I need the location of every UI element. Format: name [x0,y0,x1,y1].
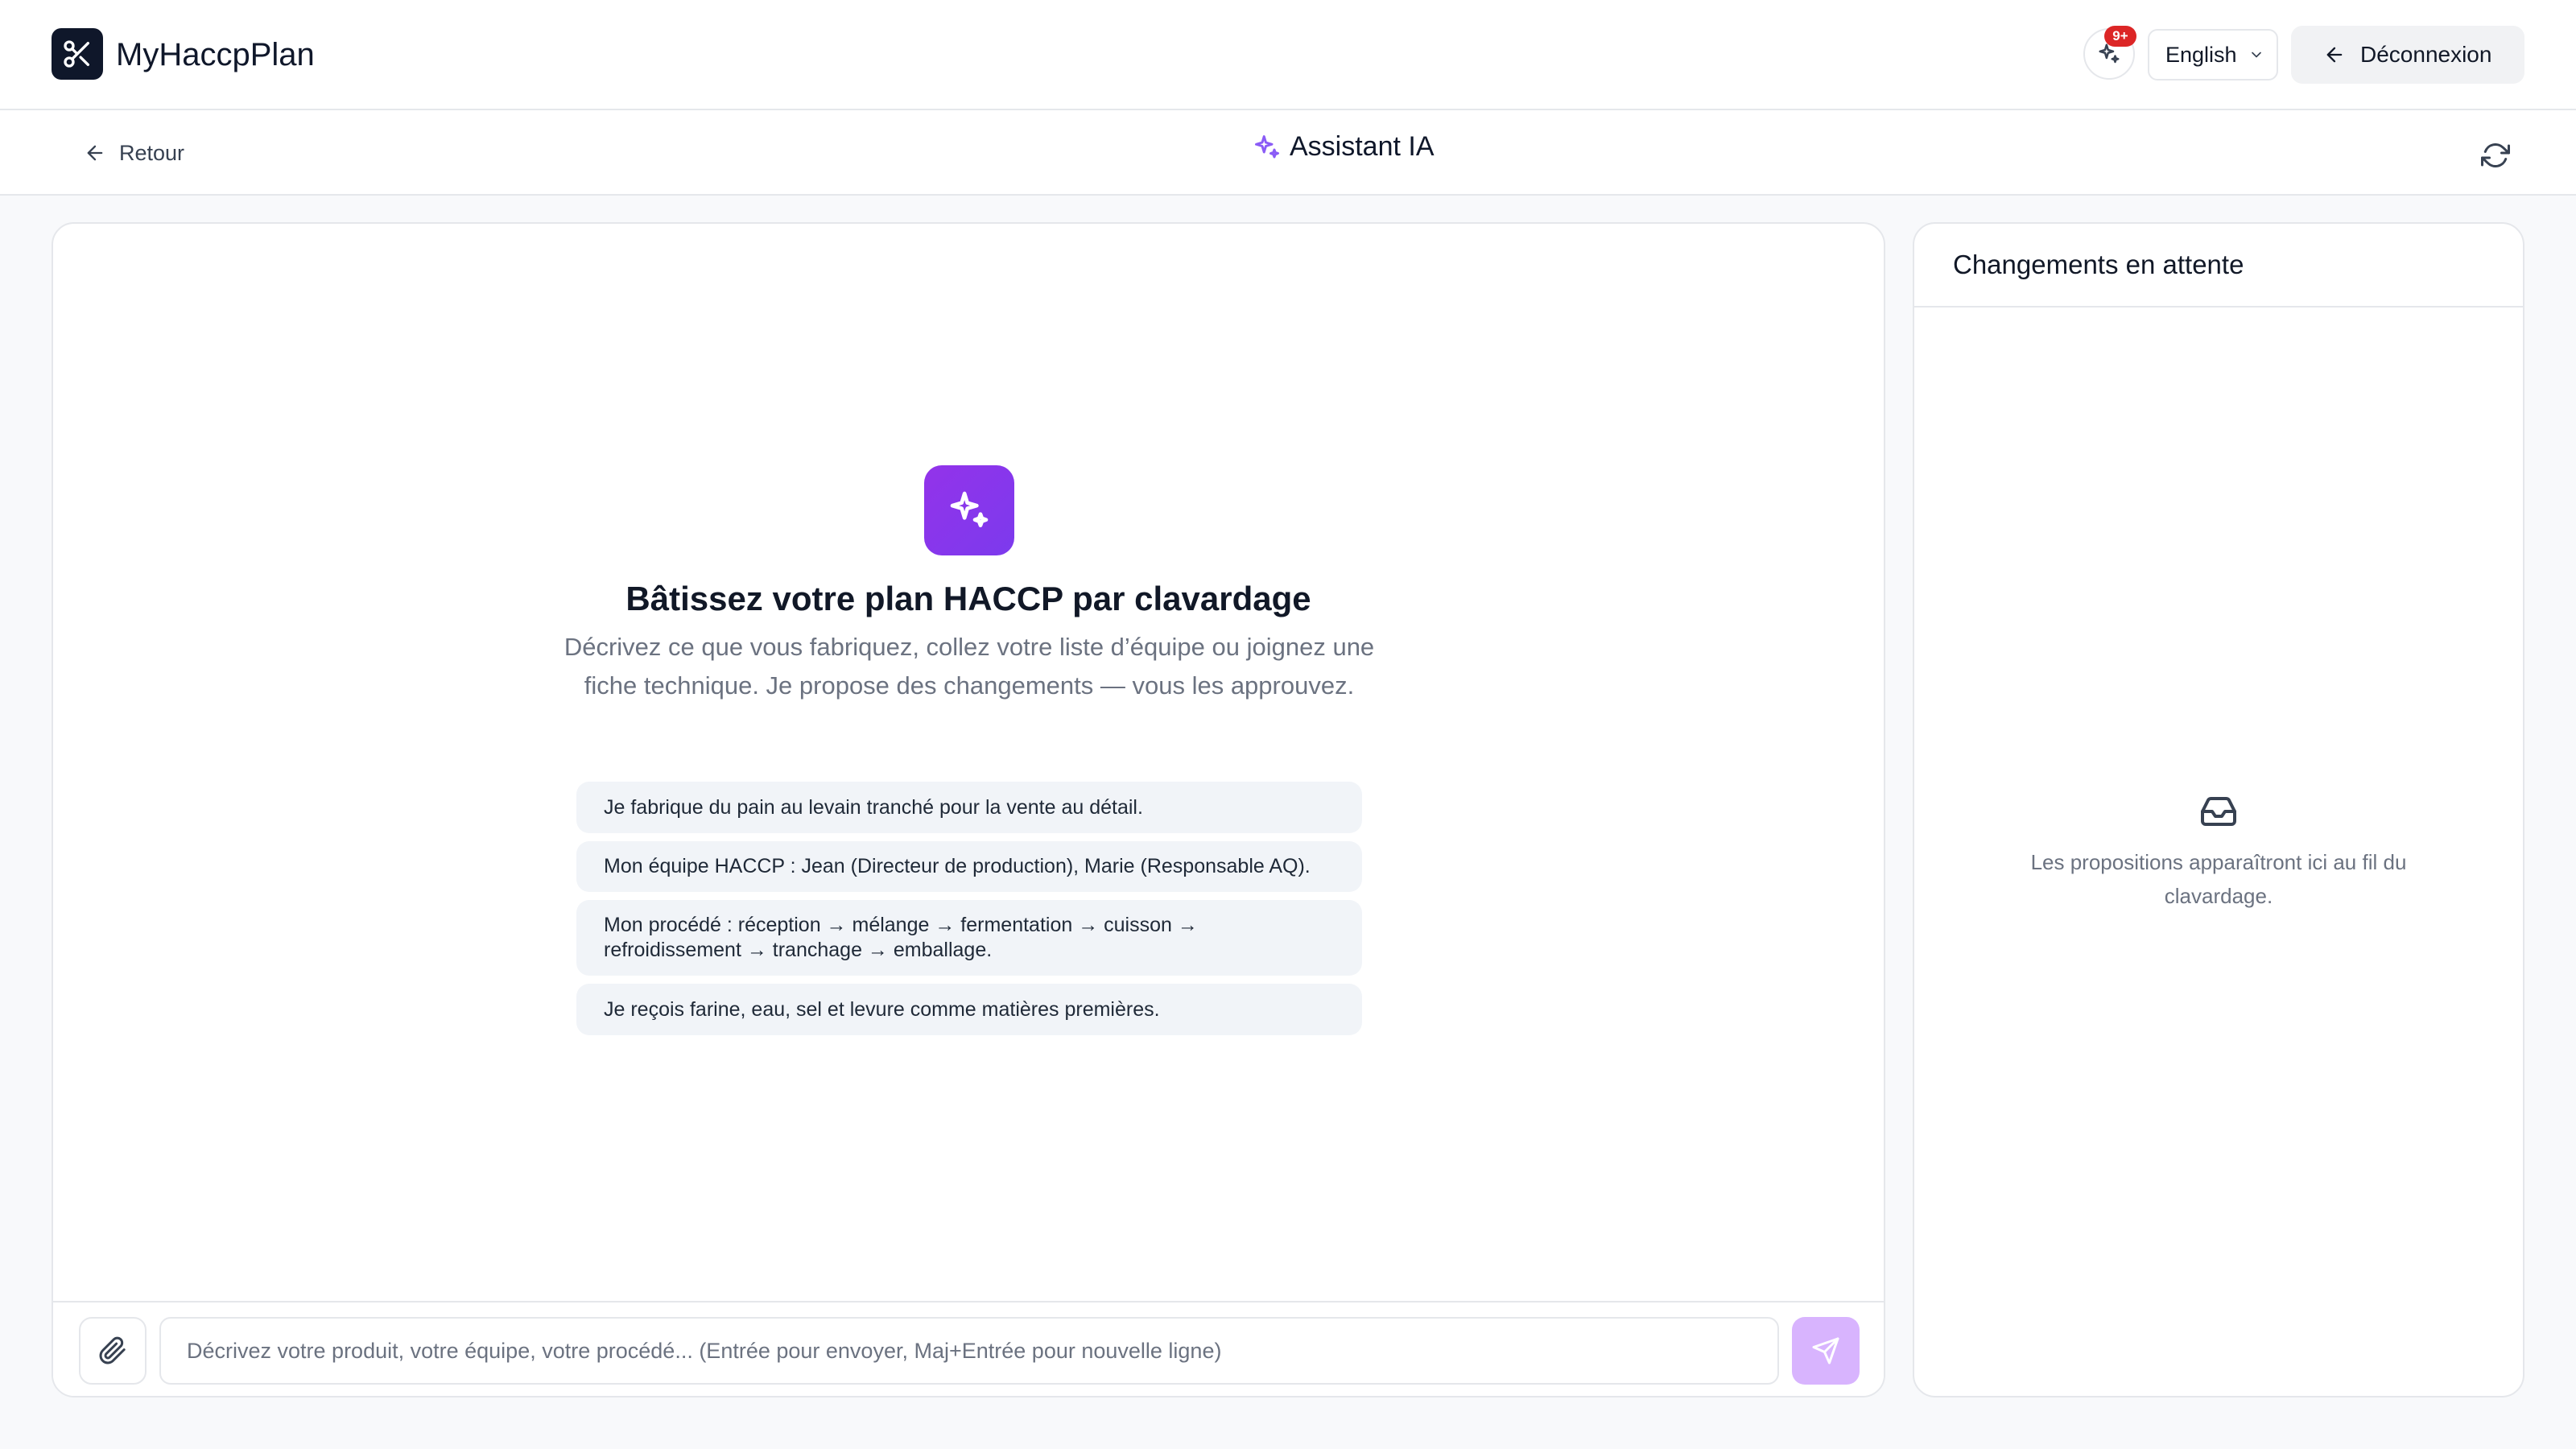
refresh-icon [2481,143,2510,167]
arrow-left-icon [2323,43,2346,66]
arrow-left-icon [84,142,106,164]
pending-empty-text: Les propositions apparaîtront ici au fil… [2030,850,2407,908]
language-select-label: English [2165,42,2237,67]
page-header: Retour Assistant IA [0,110,2576,196]
back-button[interactable]: Retour [84,134,184,171]
sparkles-icon [1253,133,1282,162]
page-title-text: Assistant IA [1290,131,1435,162]
send-button[interactable] [1792,1317,1860,1385]
suggestion-chip[interactable]: Je fabrique du pain au levain tranché po… [576,782,1362,833]
app-title[interactable]: MyHaccpPlan [116,34,315,76]
pending-changes-title: Changements en attente [1914,224,2523,308]
logout-button[interactable]: Déconnexion [2291,26,2524,84]
app-logo-icon[interactable] [52,28,103,80]
logout-label: Déconnexion [2360,42,2492,67]
suggestion-chip[interactable]: Mon procédé : réception → mélange → ferm… [576,900,1362,976]
chat-message-input[interactable]: Décrivez votre produit, votre équipe, vo… [159,1317,1779,1385]
chat-hero-subtitle: Décrivez ce que vous fabriquez, collez v… [564,633,1375,700]
assistant-sparkles-icon [924,465,1014,555]
chat-hero-title: Bâtissez votre plan HACCP par clavardage [625,580,1311,617]
refresh-button[interactable] [2476,136,2515,175]
back-label: Retour [119,140,185,165]
message-composer: Décrivez votre produit, votre équipe, vo… [53,1301,1884,1396]
notification-badge: 9+ [2104,26,2136,47]
pending-changes-panel: Changements en attente Les propositions … [1913,222,2524,1397]
chevron-down-icon [2248,47,2264,63]
chat-panel: Bâtissez votre plan HACCP par clavardage… [52,222,1885,1397]
top-navbar: MyHaccpPlan 9+ English Déconnexion [0,0,2576,110]
paperclip-icon [99,1336,126,1364]
language-select[interactable]: English [2148,29,2278,80]
attach-file-button[interactable] [79,1317,147,1385]
inbox-icon [2198,791,2240,832]
send-icon [1812,1337,1839,1364]
suggestion-chip[interactable]: Je reçois farine, eau, sel et levure com… [576,984,1362,1035]
suggestion-list: Je fabrique du pain au levain tranché po… [576,782,1362,1043]
page-title: Assistant IA [1253,131,1435,163]
suggestion-chip[interactable]: Mon équipe HACCP : Jean (Directeur de pr… [576,841,1362,892]
